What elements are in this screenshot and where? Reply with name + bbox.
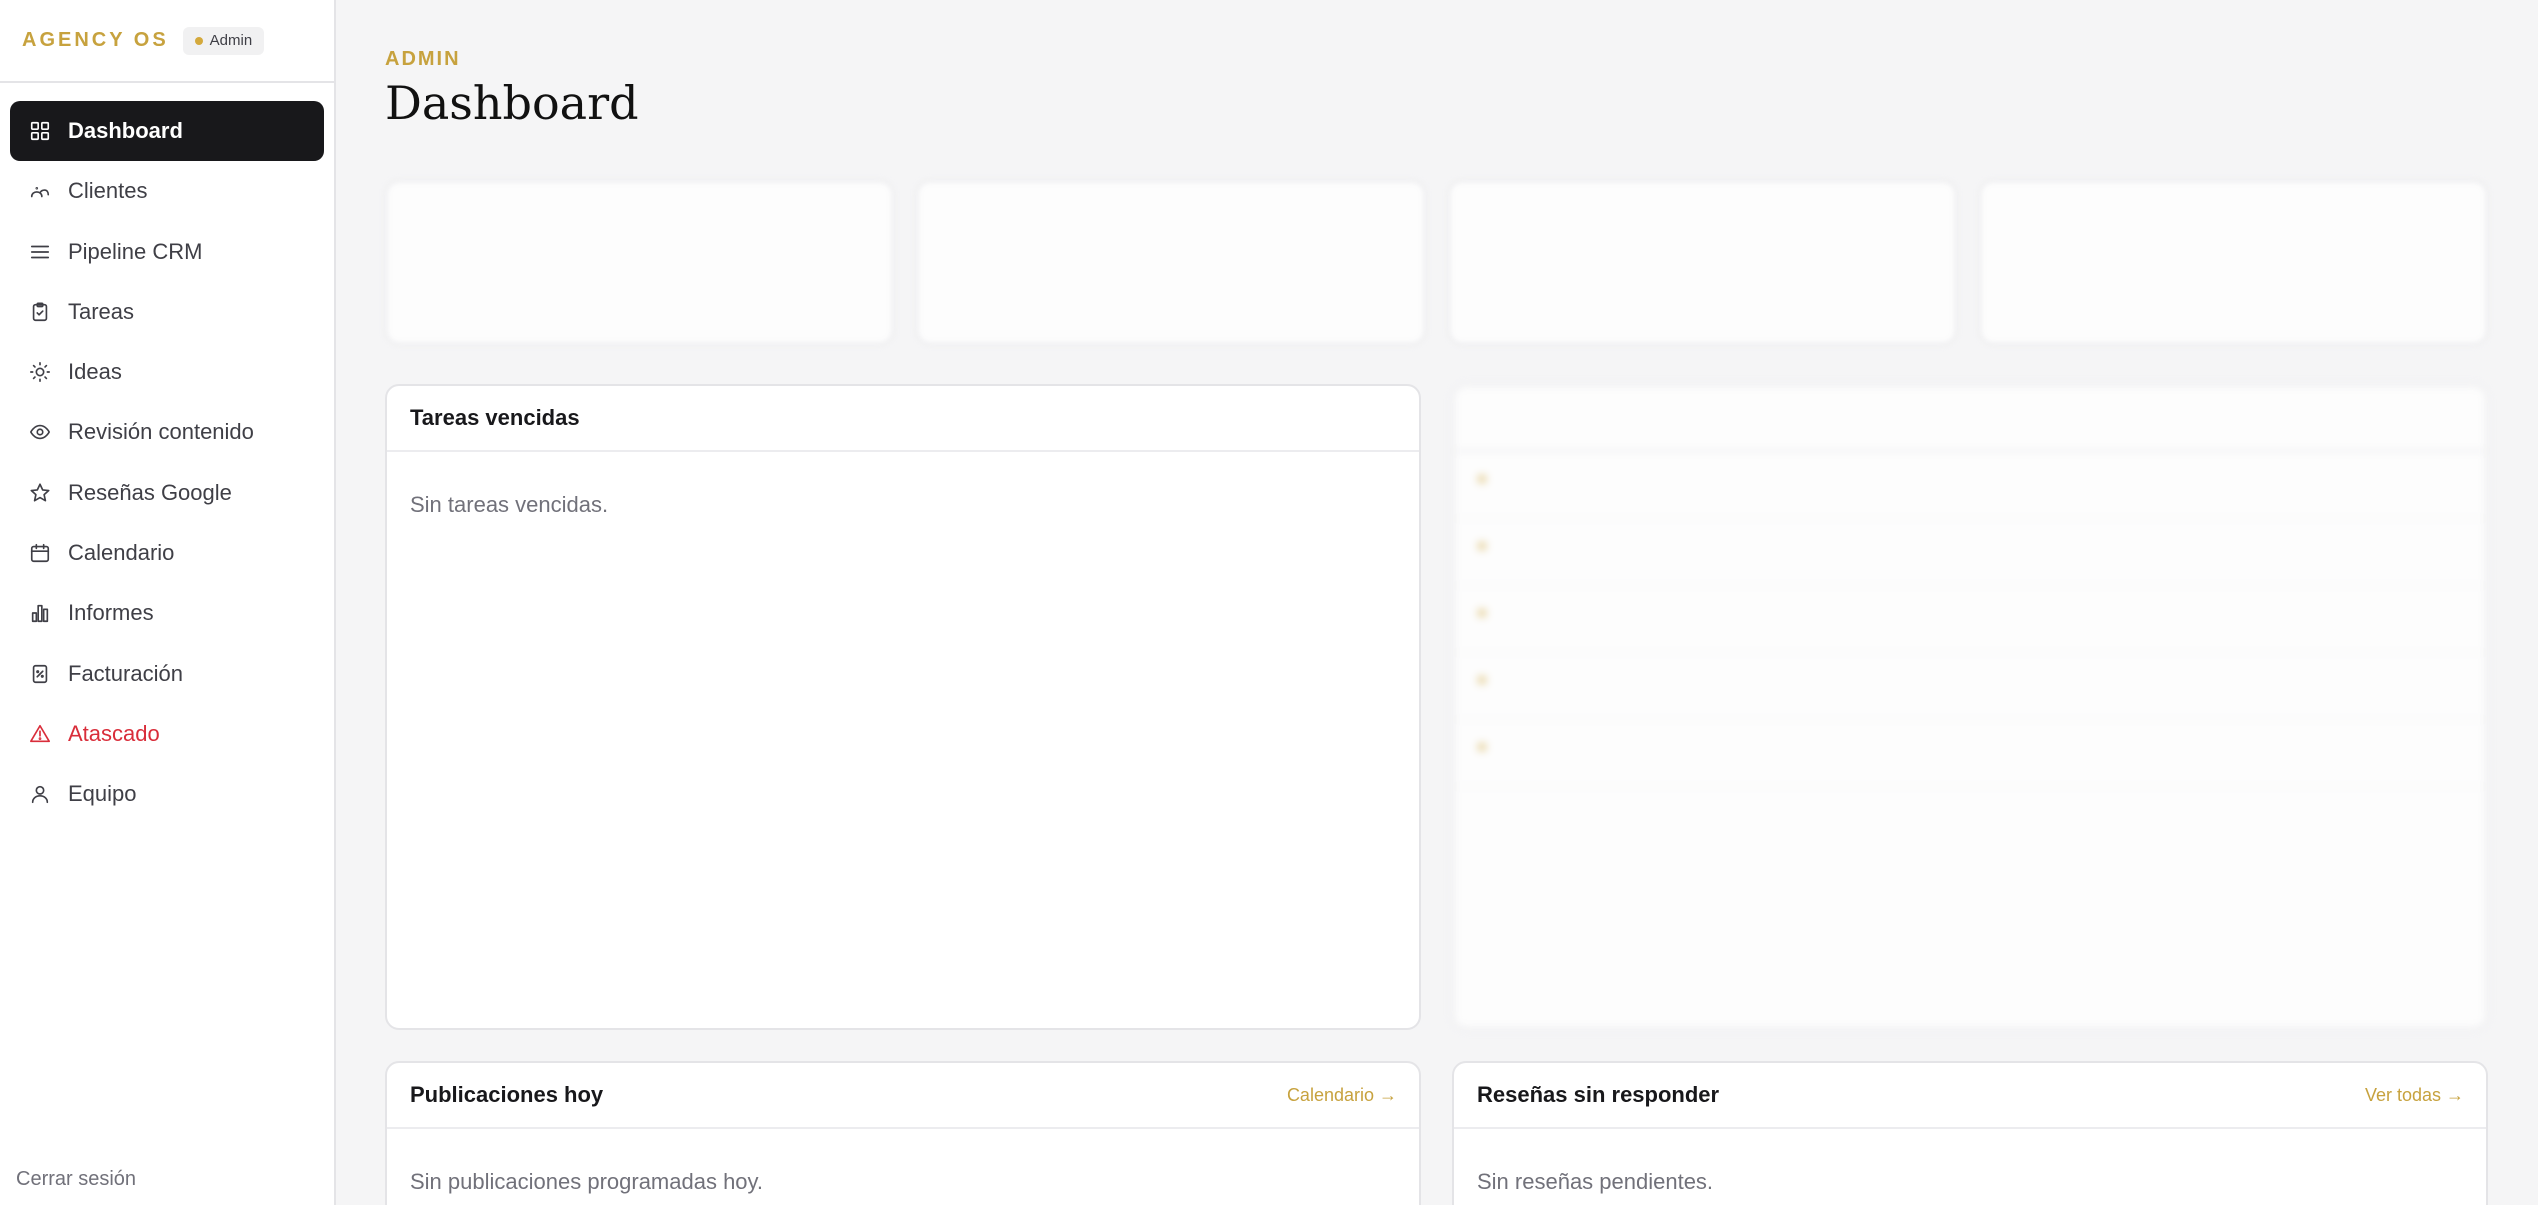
lightbulb-icon [29,361,51,383]
sidebar-item-tareas[interactable]: Tareas [10,282,324,342]
invoice-icon [29,663,51,685]
empty-state: Sin reseñas pendientes. [1477,1169,1714,1194]
sidebar-item-clientes[interactable]: Clientes [10,161,324,221]
status-dot-icon [1477,541,1487,551]
posts-today-card: Publicaciones hoy Calendario → Sin publi… [385,1061,1421,1205]
empty-state: Sin tareas vencidas. [410,492,609,517]
role-label: Admin [209,32,253,49]
sidebar-item-label: Ideas [68,359,122,385]
sidebar-nav: Dashboard Clientes Pipeline CRM Tareas I… [0,83,334,824]
calendar-icon [29,542,51,564]
brand-logo[interactable]: AGENCY OS [22,29,169,52]
sidebar-item-label: Atascado [68,720,160,746]
list-item[interactable] [1454,653,2486,720]
sidebar-item-label: Tareas [68,298,135,324]
logout-link[interactable]: Cerrar sesión [16,1168,136,1191]
sidebar-item-label: Informes [68,600,154,626]
sidebar-item-equipo[interactable]: Equipo [10,764,324,824]
empty-state: Sin publicaciones programadas hoy. [410,1169,764,1194]
sidebar-item-label: Pipeline CRM [68,238,203,264]
sidebar-item-calendario[interactable]: Calendario [10,523,324,583]
view-all-link[interactable]: Ver todas → [2365,1085,2464,1106]
sidebar-item-dashboard[interactable]: Dashboard [10,101,324,161]
sidebar-item-label: Clientes [68,178,148,204]
sidebar-item-ideas[interactable]: Ideas [10,342,324,402]
sidebar-item-facturacion[interactable]: Facturación [10,644,324,704]
list-item[interactable] [1454,720,2486,787]
sidebar-item-label: Equipo [68,781,137,807]
team-icon [29,783,51,805]
stat-card[interactable] [1978,180,2488,345]
sidebar: AGENCY OS Admin Dashboard Clientes Pipel… [0,0,336,1205]
page-title: Dashboard [385,76,639,130]
list-item[interactable] [1454,452,2486,519]
card-title: Publicaciones hoy [410,1082,604,1107]
role-badge: Admin [182,26,265,55]
sidebar-item-label: Reseñas Google [68,479,232,505]
brand-header: AGENCY OS Admin [0,0,334,83]
status-dot-icon [1477,608,1487,618]
sidebar-item-revision-contenido[interactable]: Revisión contenido [10,402,324,462]
sidebar-item-informes[interactable]: Informes [10,583,324,643]
grid-icon [29,120,51,142]
warning-icon [29,723,51,745]
card-title: Reseñas sin responder [1477,1082,1720,1107]
stat-card[interactable] [385,180,895,345]
stat-card[interactable] [1447,180,1957,345]
list-item[interactable] [1454,519,2486,586]
sidebar-item-atascado[interactable]: Atascado [10,704,324,764]
sidebar-item-pipeline-crm[interactable]: Pipeline CRM [10,222,324,282]
status-dot-icon [1477,474,1487,484]
pending-reviews-card: Reseñas sin responder Ver todas → Sin re… [1452,1061,2488,1205]
sidebar-item-label: Calendario [68,540,175,566]
list-icon [29,241,51,263]
overdue-tasks-card: Tareas vencidas Sin tareas vencidas. [385,384,1421,1030]
eye-icon [29,421,51,443]
bar-chart-icon [29,602,51,624]
card-header: Reseñas sin responder Ver todas → [1454,1063,2486,1129]
clipboard-icon [29,301,51,323]
sidebar-item-label: Dashboard [68,118,183,143]
activity-card [1452,384,2488,1030]
status-dot-icon [1477,675,1487,685]
stat-card[interactable] [916,180,1426,345]
sidebar-item-label: Revisión contenido [68,419,254,445]
role-dot-icon [194,36,203,45]
list-item[interactable] [1454,586,2486,653]
stats-row [385,180,2488,345]
star-icon [29,482,51,504]
card-header: Publicaciones hoy Calendario → [387,1063,1419,1129]
page-eyebrow: ADMIN [385,48,461,70]
sidebar-item-resenas-google[interactable]: Reseñas Google [10,463,324,523]
calendar-link[interactable]: Calendario → [1287,1085,1397,1106]
sidebar-item-label: Facturación [68,660,183,686]
card-title: Tareas vencidas [410,405,580,430]
status-dot-icon [1477,742,1487,752]
clients-icon [29,180,51,202]
card-header [1454,386,2486,452]
card-header: Tareas vencidas [387,386,1419,452]
